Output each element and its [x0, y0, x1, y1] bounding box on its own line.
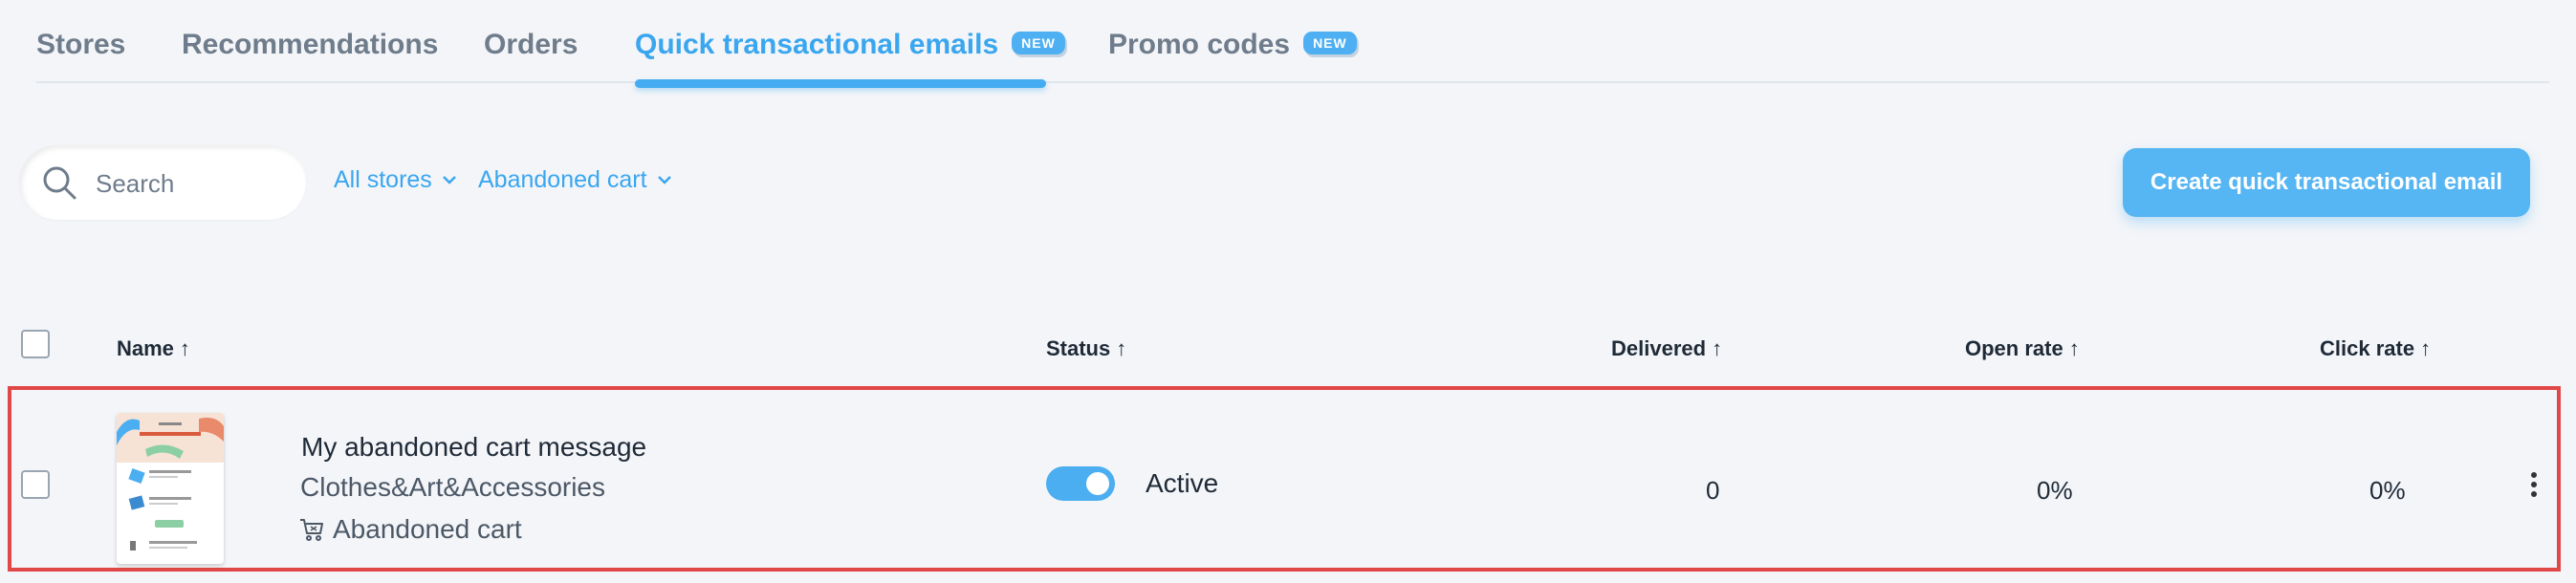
type-filter-label: Abandoned cart: [478, 166, 647, 193]
search-box[interactable]: [19, 145, 306, 220]
arrow-up-icon: ↑: [2420, 336, 2432, 360]
tab-orders[interactable]: Orders: [484, 29, 578, 61]
chevron-down-icon: [442, 176, 456, 184]
active-tab-indicator: [635, 79, 1046, 88]
tab-recommendations[interactable]: Recommendations: [182, 29, 438, 61]
tab-quick-transactional-emails[interactable]: Quick transactional emails NEW: [635, 29, 1065, 61]
select-all-checkbox[interactable]: [21, 330, 50, 358]
tab-bar: Stores Recommendations Orders Quick tran…: [0, 0, 2576, 88]
create-quick-transactional-email-button[interactable]: Create quick transactional email: [2123, 148, 2530, 217]
column-label: Open rate: [1965, 336, 2063, 360]
status-label: Active: [1146, 468, 1219, 498]
email-name[interactable]: My abandoned cart message: [301, 432, 646, 463]
tab-label: Quick transactional emails: [635, 29, 999, 60]
row-select-checkbox[interactable]: [21, 470, 50, 499]
column-header-name[interactable]: Name ↑: [117, 336, 190, 361]
email-type: Abandoned cart: [298, 514, 522, 545]
search-input[interactable]: [94, 164, 289, 203]
click-rate-value: 0%: [2369, 476, 2406, 505]
new-badge: NEW: [1012, 32, 1065, 55]
tab-bar-divider: [36, 81, 2549, 83]
column-header-click-rate[interactable]: Click rate ↑: [2320, 336, 2431, 361]
email-preview-image: [117, 413, 224, 551]
tab-promo-codes[interactable]: Promo codes NEW: [1108, 29, 1357, 61]
search-icon: [43, 166, 76, 200]
email-type-label: Abandoned cart: [333, 514, 522, 544]
delivered-value: 0: [1706, 476, 1720, 505]
arrow-up-icon: ↑: [1116, 336, 1127, 360]
tab-stores[interactable]: Stores: [36, 29, 125, 61]
type-filter-dropdown[interactable]: Abandoned cart: [478, 166, 672, 194]
column-header-delivered[interactable]: Delivered ↑: [1611, 336, 1722, 361]
column-label: Click rate: [2320, 336, 2415, 360]
more-vertical-icon[interactable]: [2524, 468, 2543, 507]
column-label: Name: [117, 336, 174, 360]
status-toggle[interactable]: [1046, 466, 1115, 501]
stores-filter-label: All stores: [334, 166, 432, 193]
arrow-up-icon: ↑: [179, 336, 190, 360]
arrow-up-icon: ↑: [2068, 336, 2080, 360]
column-header-open-rate[interactable]: Open rate ↑: [1965, 336, 2080, 361]
stores-filter-dropdown[interactable]: All stores: [334, 166, 457, 194]
cart-icon: [300, 518, 323, 541]
store-name: Clothes&Art&Accessories: [300, 472, 606, 502]
chevron-down-icon: [657, 176, 671, 184]
arrow-up-icon: ↑: [1712, 336, 1723, 360]
open-rate-value: 0%: [2037, 476, 2073, 505]
new-badge: NEW: [1303, 32, 1357, 55]
toggle-knob: [1086, 472, 1109, 495]
column-header-status[interactable]: Status ↑: [1046, 336, 1126, 361]
email-thumbnail[interactable]: [117, 413, 224, 564]
tab-label: Promo codes: [1108, 29, 1291, 60]
column-label: Status: [1046, 336, 1111, 360]
column-label: Delivered: [1611, 336, 1707, 360]
